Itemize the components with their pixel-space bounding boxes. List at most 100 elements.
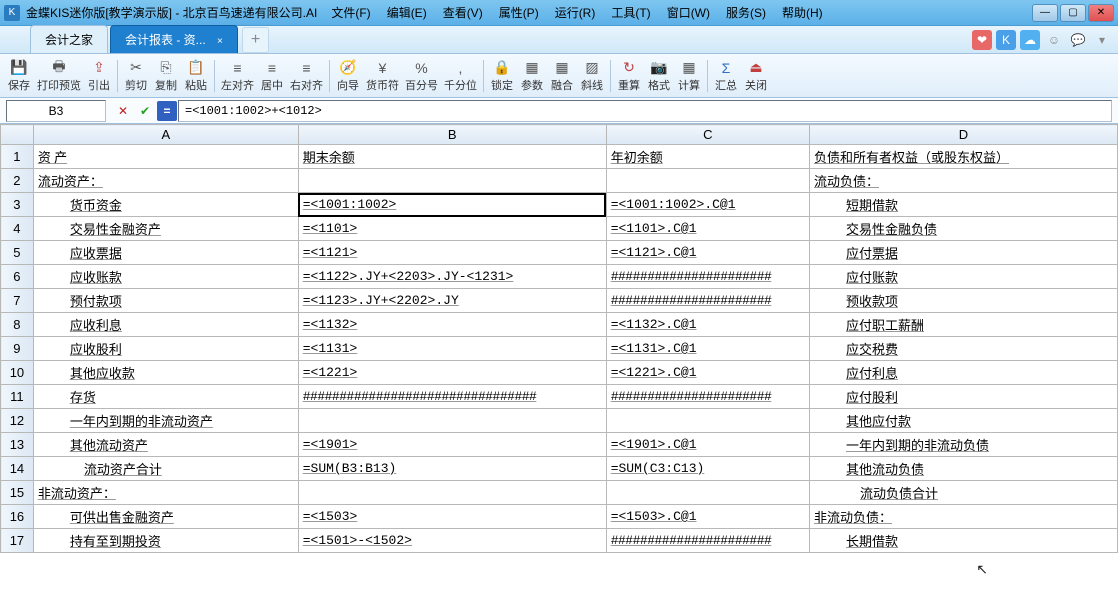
cell-D4[interactable]: 交易性金融负债 bbox=[809, 217, 1117, 241]
tray-icon-smile[interactable]: ☺ bbox=[1044, 30, 1064, 50]
toolbar-params-button[interactable]: ▦参数 bbox=[517, 56, 547, 96]
cell-A14[interactable]: 流动资产合计 bbox=[33, 457, 298, 481]
toolbar-close-button[interactable]: ⏏关闭 bbox=[741, 56, 771, 96]
cell-A16[interactable]: 可供出售金融资产 bbox=[33, 505, 298, 529]
toolbar-recalc-button[interactable]: ↻重算 bbox=[614, 56, 644, 96]
row-header[interactable]: 11 bbox=[1, 385, 34, 409]
cell-A5[interactable]: 应收票据 bbox=[33, 241, 298, 265]
cell-A7[interactable]: 预付款项 bbox=[33, 289, 298, 313]
cell-D14[interactable]: 其他流动负债 bbox=[809, 457, 1117, 481]
toolbar-copy-button[interactable]: ⎘复制 bbox=[151, 56, 181, 96]
cell-D3[interactable]: 短期借款 bbox=[809, 193, 1117, 217]
row-header[interactable]: 15 bbox=[1, 481, 34, 505]
toolbar-export-button[interactable]: ⇪引出 bbox=[84, 56, 114, 96]
cell-C5[interactable]: =<1121>.C@1 bbox=[606, 241, 809, 265]
cell-D2[interactable]: 流动负债： bbox=[809, 169, 1117, 193]
cell-A9[interactable]: 应收股利 bbox=[33, 337, 298, 361]
toolbar-paste-button[interactable]: 📋粘贴 bbox=[181, 56, 211, 96]
cell-A3[interactable]: 货币资金 bbox=[33, 193, 298, 217]
tray-icon-menu[interactable]: ▾ bbox=[1092, 30, 1112, 50]
cell-B13[interactable]: =<1901> bbox=[298, 433, 606, 457]
row-header[interactable]: 17 bbox=[1, 529, 34, 553]
cell-D12[interactable]: 其他应付款 bbox=[809, 409, 1117, 433]
tab-close-icon[interactable]: × bbox=[217, 36, 223, 47]
toolbar-compute-button[interactable]: ▦计算 bbox=[674, 56, 704, 96]
cell-B12[interactable] bbox=[298, 409, 606, 433]
cell-B16[interactable]: =<1503> bbox=[298, 505, 606, 529]
maximize-button[interactable]: ▢ bbox=[1060, 4, 1086, 22]
close-window-button[interactable]: ✕ bbox=[1088, 4, 1114, 22]
row-header[interactable]: 9 bbox=[1, 337, 34, 361]
menu-item[interactable]: 查看(V) bbox=[437, 2, 489, 23]
cell-C2[interactable] bbox=[606, 169, 809, 193]
toolbar-summary-button[interactable]: Σ汇总 bbox=[711, 56, 741, 96]
row-header[interactable]: 3 bbox=[1, 193, 34, 217]
toolbar-currency-button[interactable]: ¥货币符 bbox=[363, 56, 402, 96]
toolbar-save-button[interactable]: 💾保存 bbox=[4, 56, 34, 96]
formula-cancel-button[interactable]: ✕ bbox=[113, 101, 133, 121]
menu-item[interactable]: 工具(T) bbox=[605, 2, 656, 23]
row-header[interactable]: 4 bbox=[1, 217, 34, 241]
cell-A17[interactable]: 持有至到期投资 bbox=[33, 529, 298, 553]
cell-A13[interactable]: 其他流动资产 bbox=[33, 433, 298, 457]
row-header[interactable]: 6 bbox=[1, 265, 34, 289]
menu-item[interactable]: 帮助(H) bbox=[776, 2, 829, 23]
cell-C6[interactable]: ###################### bbox=[606, 265, 809, 289]
cell-B14[interactable]: =SUM(B3:B13) bbox=[298, 457, 606, 481]
cell-A8[interactable]: 应收利息 bbox=[33, 313, 298, 337]
toolbar-lock-button[interactable]: 🔒锁定 bbox=[487, 56, 517, 96]
cell-A15[interactable]: 非流动资产： bbox=[33, 481, 298, 505]
menu-item[interactable]: 窗口(W) bbox=[661, 2, 716, 23]
row-header[interactable]: 12 bbox=[1, 409, 34, 433]
cell-C4[interactable]: =<1101>.C@1 bbox=[606, 217, 809, 241]
menu-item[interactable]: 运行(R) bbox=[549, 2, 602, 23]
cell-C17[interactable]: ###################### bbox=[606, 529, 809, 553]
toolbar-cut-button[interactable]: ✂剪切 bbox=[121, 56, 151, 96]
row-header[interactable]: 16 bbox=[1, 505, 34, 529]
menu-item[interactable]: 编辑(E) bbox=[381, 2, 433, 23]
cell-A10[interactable]: 其他应收款 bbox=[33, 361, 298, 385]
cell-C14[interactable]: =SUM(C3:C13) bbox=[606, 457, 809, 481]
cell-B2[interactable] bbox=[298, 169, 606, 193]
cell-D7[interactable]: 预收款项 bbox=[809, 289, 1117, 313]
cell-D5[interactable]: 应付票据 bbox=[809, 241, 1117, 265]
cell-D1[interactable]: 负债和所有者权益（或股东权益） bbox=[809, 145, 1117, 169]
spreadsheet-area[interactable]: ABCD 1资 产期末余额年初余额负债和所有者权益（或股东权益）2流动资产：流动… bbox=[0, 124, 1118, 590]
row-header[interactable]: 1 bbox=[1, 145, 34, 169]
toolbar-merge-button[interactable]: ▦融合 bbox=[547, 56, 577, 96]
cell-A2[interactable]: 流动资产： bbox=[33, 169, 298, 193]
formula-equals-button[interactable]: = bbox=[157, 101, 177, 121]
cell-D11[interactable]: 应付股利 bbox=[809, 385, 1117, 409]
row-header[interactable]: 14 bbox=[1, 457, 34, 481]
cell-C13[interactable]: =<1901>.C@1 bbox=[606, 433, 809, 457]
toolbar-print-preview-button[interactable]: 🖶打印预览 bbox=[34, 56, 84, 96]
toolbar-diagonal-button[interactable]: ▨斜线 bbox=[577, 56, 607, 96]
toolbar-format-button[interactable]: 📷格式 bbox=[644, 56, 674, 96]
row-header[interactable]: 2 bbox=[1, 169, 34, 193]
tray-icon-cloud[interactable]: ☁ bbox=[1020, 30, 1040, 50]
tab-add-button[interactable]: + bbox=[242, 27, 269, 53]
tray-icon-chat[interactable]: 💬 bbox=[1068, 30, 1088, 50]
cell-B11[interactable]: ################################ bbox=[298, 385, 606, 409]
cell-C7[interactable]: ###################### bbox=[606, 289, 809, 313]
row-header[interactable]: 7 bbox=[1, 289, 34, 313]
formula-input[interactable]: =<1001:1002>+<1012> bbox=[178, 100, 1112, 122]
cell-C8[interactable]: =<1132>.C@1 bbox=[606, 313, 809, 337]
cell-C3[interactable]: =<1001:1002>.C@1 bbox=[606, 193, 809, 217]
cell-D8[interactable]: 应付职工薪酬 bbox=[809, 313, 1117, 337]
cell-B1[interactable]: 期末余额 bbox=[298, 145, 606, 169]
cell-C16[interactable]: =<1503>.C@1 bbox=[606, 505, 809, 529]
cell-D16[interactable]: 非流动负债： bbox=[809, 505, 1117, 529]
column-header-C[interactable]: C bbox=[606, 125, 809, 145]
toolbar-align-left-button[interactable]: ≡左对齐 bbox=[218, 56, 257, 96]
column-header-B[interactable]: B bbox=[298, 125, 606, 145]
cell-A11[interactable]: 存货 bbox=[33, 385, 298, 409]
cell-B4[interactable]: =<1101> bbox=[298, 217, 606, 241]
cell-B7[interactable]: =<1123>.JY+<2202>.JY bbox=[298, 289, 606, 313]
menu-item[interactable]: 文件(F) bbox=[325, 2, 376, 23]
cell-reference-box[interactable]: B3 bbox=[6, 100, 106, 122]
cell-A4[interactable]: 交易性金融资产 bbox=[33, 217, 298, 241]
menu-item[interactable]: 服务(S) bbox=[720, 2, 772, 23]
cell-C10[interactable]: =<1221>.C@1 bbox=[606, 361, 809, 385]
cell-B5[interactable]: =<1121> bbox=[298, 241, 606, 265]
